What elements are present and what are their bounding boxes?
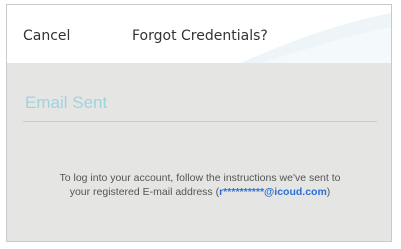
message-line-1: To log into your account, follow the ins… <box>59 172 341 184</box>
dialog-title: Forgot Credentials? <box>132 28 268 44</box>
message-line-2-prefix: your registered E-mail address ( <box>69 186 220 198</box>
instructions-message: To log into your account, follow the ins… <box>21 171 379 199</box>
forgot-credentials-dialog: Cancel Forgot Credentials? Email Sent To… <box>6 4 392 242</box>
status-divider <box>23 121 377 122</box>
message-line-2-suffix: ) <box>326 186 331 198</box>
dialog-body: Email Sent To log into your account, fol… <box>7 63 391 241</box>
masked-email-link[interactable]: r**********@icoud.com <box>219 186 327 198</box>
cancel-button[interactable]: Cancel <box>23 28 70 44</box>
email-sent-status: Email Sent <box>25 93 108 112</box>
dialog-header: Cancel Forgot Credentials? <box>7 5 391 63</box>
